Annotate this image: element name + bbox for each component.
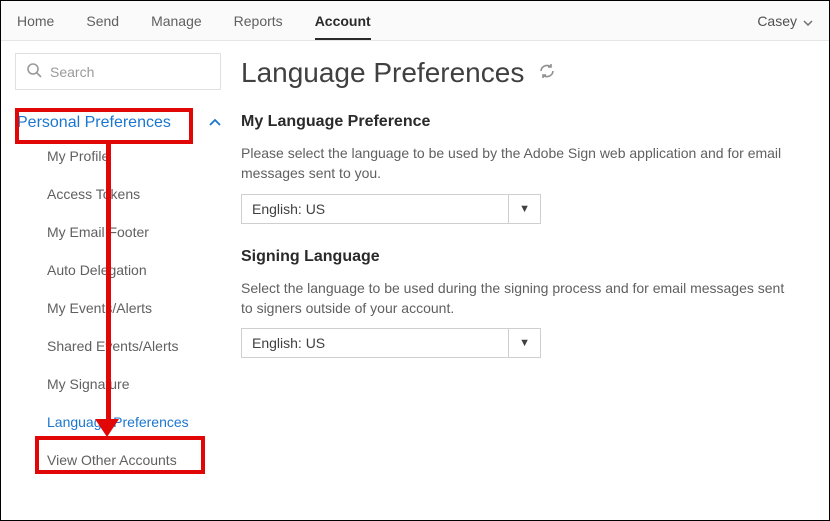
sidebar-subitems: My Profile Access Tokens My Email Footer…	[15, 148, 221, 468]
user-menu[interactable]: Casey	[757, 13, 813, 29]
sidebar-group-label: Personal Preferences	[15, 112, 173, 134]
sidebar-item-my-profile[interactable]: My Profile	[47, 148, 221, 164]
signing-language-description: Select the language to be used during th…	[241, 278, 799, 319]
search-input[interactable]: Search	[15, 53, 221, 90]
sidebar-item-access-tokens[interactable]: Access Tokens	[47, 186, 221, 202]
content-area: Search Personal Preferences My Profile A…	[1, 41, 829, 520]
page-title: Language Preferences	[241, 57, 524, 89]
top-navigation: Home Send Manage Reports Account Casey	[1, 1, 829, 41]
select-caret-icon: ▼	[508, 195, 530, 223]
signing-language-value: English: US	[252, 335, 325, 351]
sidebar-item-my-events-alerts[interactable]: My Events/Alerts	[47, 300, 221, 316]
page-title-row: Language Preferences	[241, 57, 799, 89]
refresh-icon[interactable]	[538, 62, 556, 85]
nav-tab-send[interactable]: Send	[86, 3, 119, 39]
my-language-description: Please select the language to be used by…	[241, 143, 799, 184]
sidebar-item-my-email-footer[interactable]: My Email Footer	[47, 224, 221, 240]
section-my-language: My Language Preference Please select the…	[241, 113, 799, 224]
my-language-value: English: US	[252, 201, 325, 217]
sidebar-item-shared-events-alerts[interactable]: Shared Events/Alerts	[47, 338, 221, 354]
my-language-heading: My Language Preference	[241, 113, 799, 131]
signing-language-select[interactable]: English: US ▼	[241, 328, 541, 358]
search-icon	[26, 62, 42, 81]
nav-tab-account[interactable]: Account	[315, 3, 371, 39]
sidebar-item-auto-delegation[interactable]: Auto Delegation	[47, 262, 221, 278]
sidebar: Search Personal Preferences My Profile A…	[1, 41, 231, 520]
sidebar-group-personal-preferences[interactable]: Personal Preferences	[15, 112, 221, 134]
nav-tab-manage[interactable]: Manage	[151, 3, 202, 39]
sidebar-item-view-other-accounts[interactable]: View Other Accounts	[47, 452, 221, 468]
my-language-select[interactable]: English: US ▼	[241, 194, 541, 224]
nav-tabs: Home Send Manage Reports Account	[17, 3, 371, 39]
main-panel: Language Preferences My Language Prefere…	[231, 41, 829, 520]
search-placeholder: Search	[50, 64, 94, 80]
sidebar-item-language-preferences[interactable]: Language Preferences	[47, 414, 221, 430]
caret-down-icon	[803, 13, 813, 29]
user-name-label: Casey	[757, 13, 797, 29]
sidebar-item-my-signature[interactable]: My Signature	[47, 376, 221, 392]
chevron-up-icon	[209, 114, 221, 132]
signing-language-heading: Signing Language	[241, 248, 799, 266]
nav-tab-home[interactable]: Home	[17, 3, 54, 39]
section-signing-language: Signing Language Select the language to …	[241, 248, 799, 359]
select-caret-icon: ▼	[508, 329, 530, 357]
nav-tab-reports[interactable]: Reports	[234, 3, 283, 39]
